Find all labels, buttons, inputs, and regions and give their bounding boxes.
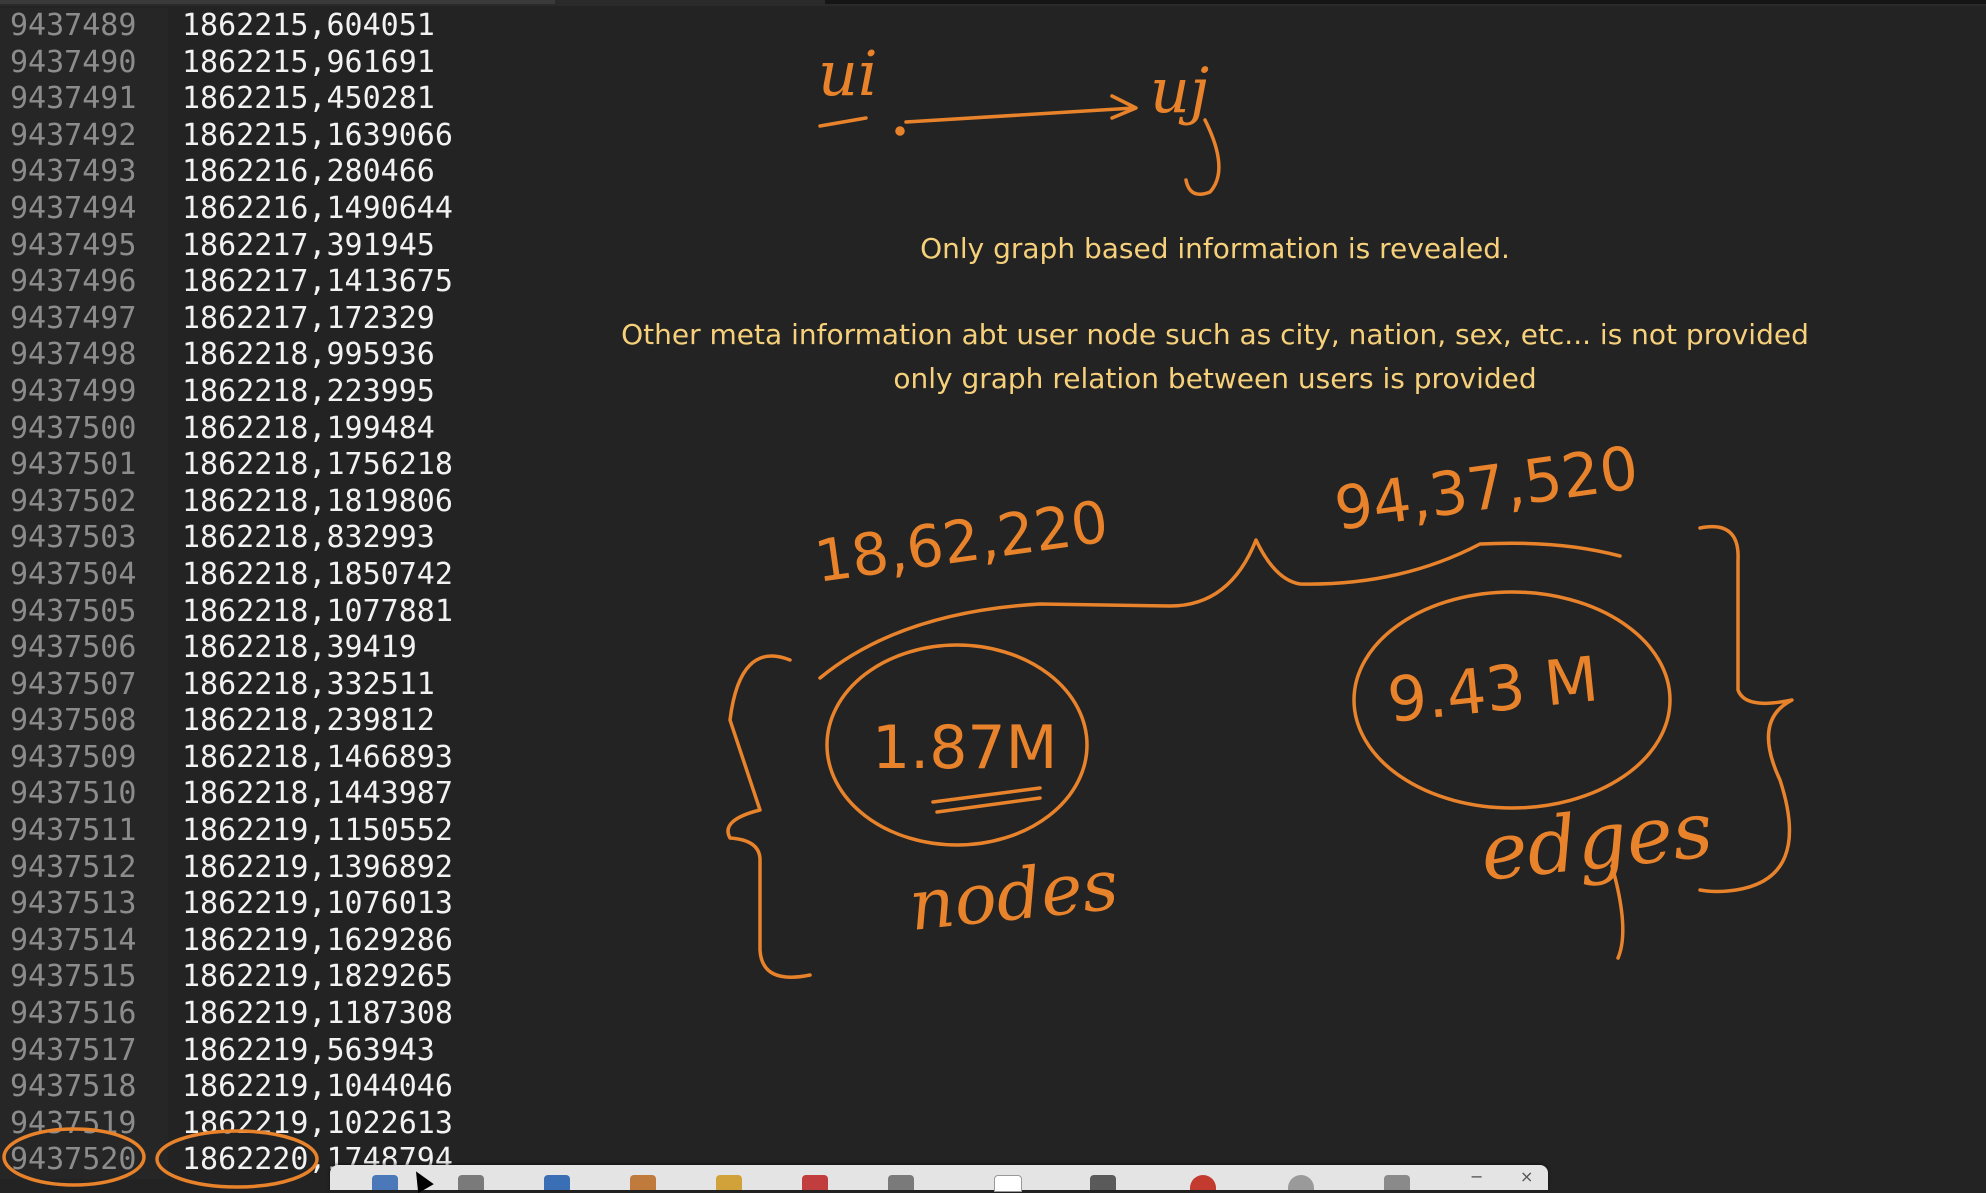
nodes-underline	[931, 786, 1042, 814]
edge-count-label: 94,37,520	[1330, 433, 1642, 545]
ui-to-uj-arrow: ui uj	[818, 37, 1221, 196]
marker-icon[interactable]	[630, 1175, 656, 1190]
pen-icon[interactable]	[544, 1175, 570, 1190]
node-count-label: 18,62,220	[810, 487, 1112, 595]
screen-icon[interactable]	[458, 1175, 484, 1190]
left-brace	[726, 654, 812, 979]
last-source-node-circle	[155, 1129, 319, 1189]
ui-node-dot	[895, 126, 905, 136]
ui-underline	[818, 116, 868, 128]
uj-label: uj	[1150, 54, 1209, 127]
pencil-icon[interactable]	[716, 1175, 742, 1190]
edges-approx-label: 9.43 M	[1384, 642, 1602, 737]
edge-line	[904, 106, 1136, 124]
zoom-icon[interactable]	[1288, 1175, 1314, 1190]
color-icon[interactable]	[1190, 1175, 1216, 1190]
line-icon[interactable]	[1090, 1175, 1116, 1190]
ink-annotation-layer: ui uj 18,62,220 94,37,520 1.87M nodes 9.…	[2, 37, 1794, 1189]
close-button[interactable]: ×	[1520, 1167, 1533, 1186]
minimize-button[interactable]: −	[1470, 1167, 1483, 1186]
annotation-toolbar: − ×	[330, 1165, 1548, 1192]
highlighter-icon[interactable]	[802, 1175, 828, 1190]
arrow-icon[interactable]	[888, 1175, 914, 1190]
nodes-label: nodes	[905, 843, 1122, 946]
nodes-approx-label: 1.87M	[872, 713, 1057, 783]
settings-icon[interactable]	[1384, 1175, 1410, 1190]
last-linenum-circle	[2, 1127, 146, 1187]
uj-tail	[1184, 118, 1221, 196]
right-brace	[1698, 525, 1794, 894]
rectangle-icon[interactable]	[994, 1175, 1022, 1192]
eraser-icon[interactable]	[372, 1175, 398, 1190]
ui-label: ui	[818, 37, 878, 110]
edges-label: edges	[1477, 785, 1717, 899]
